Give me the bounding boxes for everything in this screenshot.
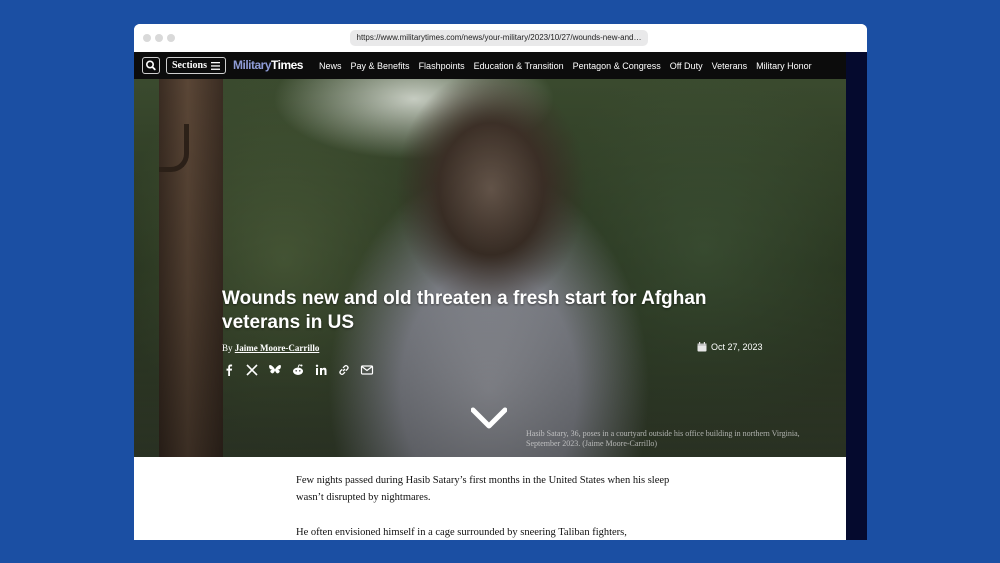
menu-icon: [211, 62, 220, 70]
linkedin-icon[interactable]: [314, 363, 328, 377]
article-paragraph: He often envisioned himself in a cage su…: [296, 527, 627, 538]
x-icon[interactable]: [245, 363, 259, 377]
window-close-dot[interactable]: [143, 34, 151, 42]
logo-part-times: Times: [271, 58, 303, 72]
browser-titlebar: https://www.militarytimes.com/news/your-…: [134, 24, 867, 53]
nav-link-off-duty[interactable]: Off Duty: [670, 61, 703, 71]
nav-link-flashpoints[interactable]: Flashpoints: [419, 61, 465, 71]
bluesky-icon[interactable]: [268, 363, 282, 377]
chevron-down-icon[interactable]: [471, 407, 507, 431]
address-bar[interactable]: https://www.militarytimes.com/news/your-…: [350, 30, 648, 46]
browser-window: https://www.militarytimes.com/news/your-…: [134, 24, 867, 540]
byline: By Jaime Moore-Carrillo: [222, 343, 319, 353]
hero-overlay: [134, 79, 846, 457]
nav-link-education-transition[interactable]: Education & Transition: [474, 61, 564, 71]
link-icon[interactable]: [337, 363, 351, 377]
search-button[interactable]: [142, 57, 160, 74]
facebook-icon[interactable]: [222, 363, 236, 377]
nav-links: News Pay & Benefits Flashpoints Educatio…: [319, 52, 812, 79]
article-headline: Wounds new and old threaten a fresh star…: [222, 288, 707, 333]
byline-prefix: By: [222, 343, 233, 353]
share-bar: [222, 363, 374, 377]
nav-link-veterans[interactable]: Veterans: [712, 61, 748, 71]
window-minimize-dot[interactable]: [155, 34, 163, 42]
calendar-icon: [697, 342, 707, 352]
email-icon[interactable]: [360, 363, 374, 377]
author-link[interactable]: Jaime Moore-Carrillo: [235, 343, 320, 353]
right-rail: [846, 52, 867, 540]
logo-part-military: Military: [233, 58, 272, 72]
nav-link-pentagon-congress[interactable]: Pentagon & Congress: [573, 61, 661, 71]
sections-menu-button[interactable]: Sections: [166, 57, 226, 74]
site-navbar: Sections MilitaryTimes News Pay & Benefi…: [134, 52, 846, 79]
publish-date-text: Oct 27, 2023: [711, 342, 763, 352]
publish-date: Oct 27, 2023: [697, 342, 763, 352]
article-body: Few nights passed during Hasib Satary’s …: [296, 472, 696, 540]
hero-image: Wounds new and old threaten a fresh star…: [134, 79, 846, 457]
nav-link-military-honor[interactable]: Military Honor: [756, 61, 812, 71]
sections-label: Sections: [172, 60, 207, 71]
nav-link-pay-benefits[interactable]: Pay & Benefits: [351, 61, 410, 71]
photo-caption: Hasib Satary, 36, poses in a courtyard o…: [526, 429, 800, 448]
site-logo[interactable]: MilitaryTimes: [233, 57, 303, 74]
window-maximize-dot[interactable]: [167, 34, 175, 42]
article-paragraph: Few nights passed during Hasib Satary’s …: [296, 475, 670, 503]
reddit-icon[interactable]: [291, 363, 305, 377]
search-icon: [145, 60, 156, 71]
nav-link-news[interactable]: News: [319, 61, 342, 71]
